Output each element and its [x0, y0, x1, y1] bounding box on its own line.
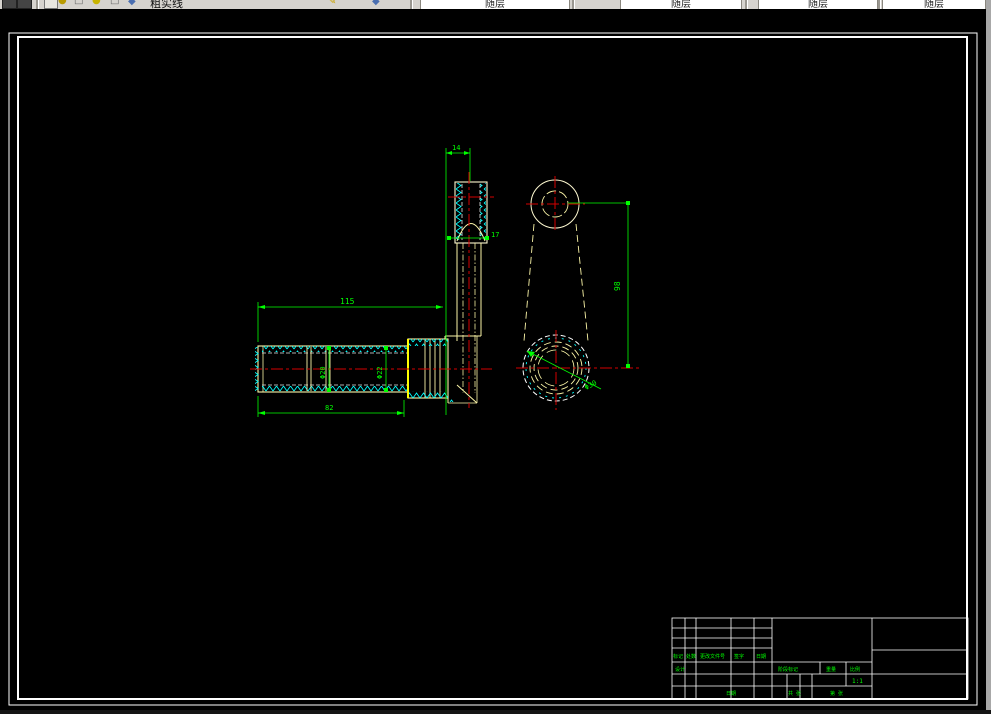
dim-98: 98: [613, 281, 622, 291]
tb-weight-label: 重量: [826, 666, 836, 673]
tool-icon[interactable]: [44, 0, 58, 9]
toolbar-separator: [410, 0, 413, 9]
dot-icon[interactable]: ●: [58, 0, 67, 6]
toolbar-separator: [745, 0, 748, 9]
layer-name-label: 粗实线: [150, 0, 183, 9]
dim-17: 17: [491, 231, 499, 239]
tb-sheet-no: 第 张: [830, 690, 843, 697]
tb-sheet-total: 共 张: [788, 690, 801, 697]
paper-border: [8, 32, 978, 706]
diamond2-icon[interactable]: ◆: [372, 0, 380, 7]
box-icon[interactable]: □: [74, 0, 83, 6]
cad-application-window: ◆ ● □ ● □ 粗实线 ✎ ◆ 随层 随层 随层 随层 14 17 115 …: [0, 0, 991, 714]
tb-sign-label: 签字: [734, 653, 744, 660]
toolbar-separator: [878, 0, 881, 9]
side-view: [250, 172, 494, 408]
dim-82: 82: [325, 404, 333, 412]
style-combobox[interactable]: 随层: [882, 0, 986, 9]
title-block: 标记 处数 更改文件号 签字 日期 设计 日期 阶段标记 重量 比例 1:1 共…: [671, 617, 969, 700]
tb-change-label: 更改文件号: [700, 653, 725, 660]
window-bottom-edge: [0, 710, 991, 714]
monitor-icon[interactable]: [17, 0, 32, 9]
dim-phi22: Φ22: [376, 366, 384, 379]
tb-design-label: 设计: [675, 666, 685, 673]
toolbar-separator: [36, 0, 39, 9]
bulb-icon[interactable]: ●: [92, 0, 101, 6]
linetype-combobox[interactable]: 随层: [620, 0, 742, 9]
drawing-canvas[interactable]: 14 17 115 82 Φ20 Φ22 98 Φ30 标记 处数 更改文件号 …: [0, 10, 986, 714]
toolbar-separator: [572, 0, 575, 9]
pencil-icon[interactable]: ✎: [328, 0, 336, 7]
diamond-icon[interactable]: ◆: [128, 0, 136, 7]
dim-115: 115: [340, 297, 355, 306]
tb-scale-value: 1:1: [852, 678, 863, 685]
tb-scale-label: 比例: [850, 666, 860, 673]
window-icon[interactable]: [2, 0, 17, 9]
tb-mark-label: 标记: [673, 653, 683, 660]
frame-icon[interactable]: □: [110, 0, 119, 6]
dim-14: 14: [452, 144, 460, 152]
tb-date-label: 日期: [756, 654, 766, 660]
color-combobox[interactable]: 随层: [420, 0, 570, 9]
front-view-dimensions: 98 Φ30: [526, 201, 630, 392]
dim-phi20: Φ20: [319, 366, 327, 379]
front-view: [516, 176, 642, 410]
lineweight-combobox[interactable]: 随层: [758, 0, 878, 9]
window-right-edge: [986, 0, 991, 714]
drawing-svg: 14 17 115 82 Φ20 Φ22 98 Φ30 标记 处数 更改文件号 …: [8, 32, 978, 706]
tb-date2-label: 日期: [726, 691, 736, 697]
tb-stage-label: 阶段标记: [778, 666, 798, 673]
tb-count-label: 处数: [686, 653, 696, 660]
toolbar: ◆ ● □ ● □ 粗实线 ✎ ◆ 随层 随层 随层 随层: [0, 0, 986, 9]
